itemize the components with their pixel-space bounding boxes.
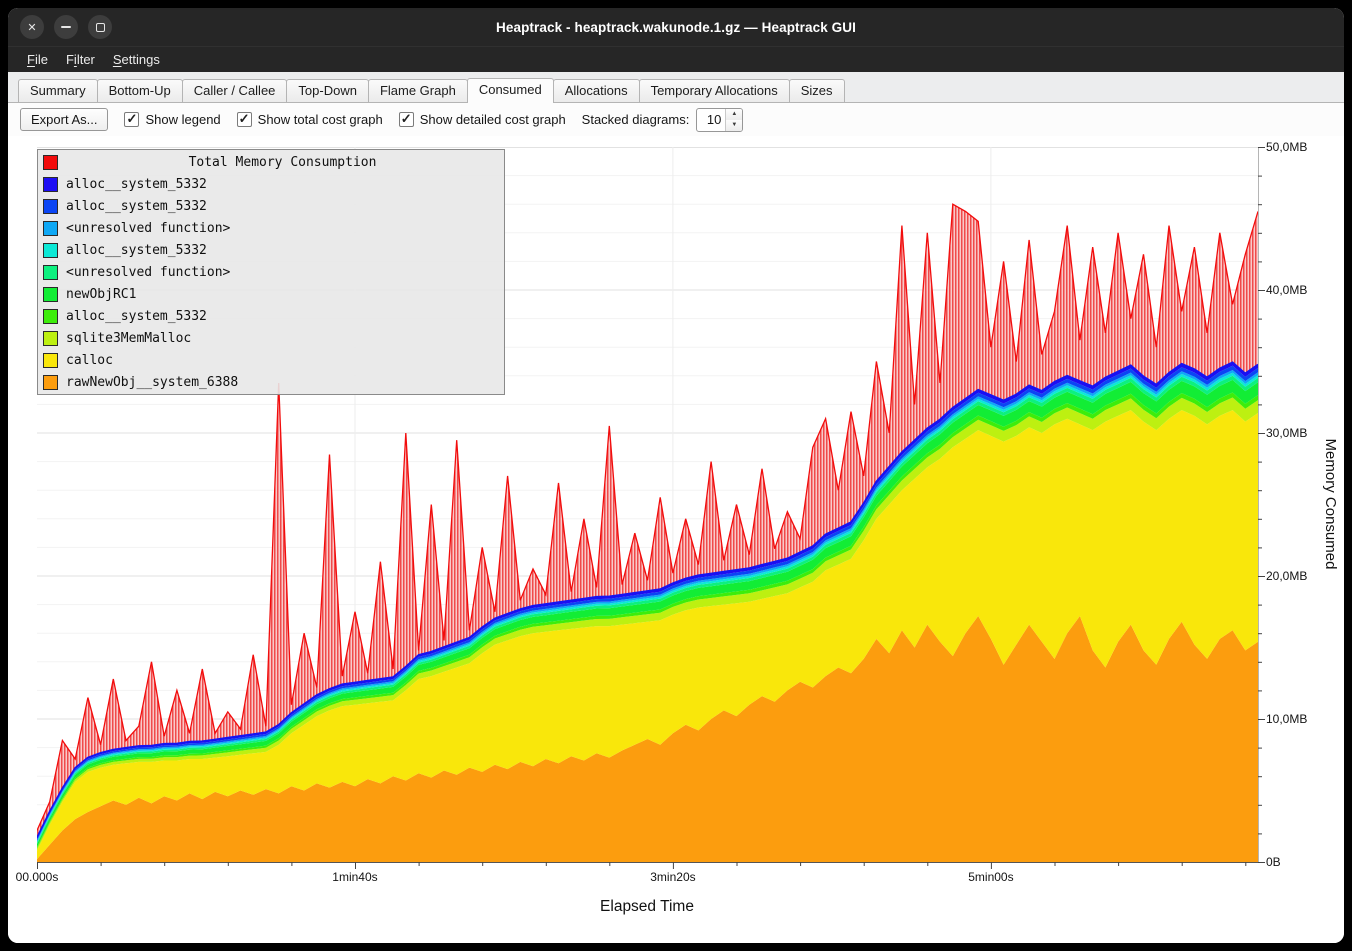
legend-swatch [43,353,58,368]
legend-item: rawNewObj__system_6388 [38,371,504,393]
legend-item: newObjRC1 [38,283,504,305]
toolbar-checkboxes: Show legend Show total cost graph Show det… [124,112,565,127]
checkbox-label: Show legend [145,112,220,127]
legend-swatch [43,155,58,170]
legend-item: <unresolved function> [38,217,504,239]
tab-allocations[interactable]: Allocations [553,79,640,102]
maximize-button[interactable] [88,15,112,39]
y-tick-label: 30,0MB [1266,426,1307,440]
legend-swatch [43,331,58,346]
legend-label: <unresolved function> [66,221,230,236]
checkbox-label: Show total cost graph [258,112,383,127]
legend-swatch [43,375,58,390]
spin-down-icon[interactable] [726,120,742,131]
menubar: FileFilterSettings [8,46,1344,72]
tab-sizes[interactable]: Sizes [789,79,845,102]
legend-swatch [43,199,58,214]
menu-file[interactable]: File [18,49,57,70]
checkbox-show-detailed-cost-graph[interactable]: Show detailed cost graph [399,112,566,127]
maximize-icon [96,23,105,32]
legend-label: rawNewObj__system_6388 [66,375,238,390]
menu-settings[interactable]: Settings [104,49,169,70]
y-axis-title: Memory Consumed [1322,439,1339,570]
legend-label: alloc__system_5332 [66,177,207,192]
legend-label: alloc__system_5332 [66,243,207,258]
toolbar: Export As... Show legend Show total cost … [8,103,1344,136]
menu-filter[interactable]: Filter [57,49,104,70]
heaptrack-window: Heaptrack - heaptrack.wakunode.1.gz — He… [8,8,1344,943]
minimize-button[interactable] [54,15,78,39]
legend-label: <unresolved function> [66,265,230,280]
tab-consumed[interactable]: Consumed [467,78,554,103]
checkbox-icon [237,112,252,127]
legend-item: alloc__system_5332 [38,173,504,195]
x-tick-label: 5min00s [968,870,1013,884]
legend-label: alloc__system_5332 [66,309,207,324]
y-tick-label: 50,0MB [1266,140,1307,154]
tab-summary[interactable]: Summary [18,79,98,102]
legend-swatch [43,309,58,324]
legend-swatch [43,287,58,302]
export-as-button[interactable]: Export As... [20,108,108,131]
checkbox-label: Show detailed cost graph [420,112,566,127]
checkbox-icon [399,112,414,127]
stacked-diagrams-spinbox[interactable]: 10 [696,108,743,132]
y-tick-label: 10,0MB [1266,712,1307,726]
x-tick-label: 00.000s [16,870,59,884]
tab-top-down[interactable]: Top-Down [286,79,369,102]
close-button[interactable] [20,15,44,39]
y-tick-label: 40,0MB [1266,283,1307,297]
tab-bottom-up[interactable]: Bottom-Up [97,79,183,102]
legend-swatch [43,265,58,280]
legend-item: calloc [38,349,504,371]
x-axis-title: Elapsed Time [600,898,694,916]
spin-buttons [725,109,742,131]
legend-swatch [43,243,58,258]
stacked-diagrams-value: 10 [697,109,725,131]
chart-legend: Total Memory Consumption alloc__system_53… [37,149,505,395]
legend-item: alloc__system_5332 [38,239,504,261]
y-tick-label: 20,0MB [1266,569,1307,583]
tab-temporary-allocations[interactable]: Temporary Allocations [639,79,790,102]
tab-caller-callee[interactable]: Caller / Callee [182,79,288,102]
tab-flame-graph[interactable]: Flame Graph [368,79,468,102]
close-icon [27,18,36,36]
legend-label: sqlite3MemMalloc [66,331,191,346]
legend-swatch [43,221,58,236]
legend-label: alloc__system_5332 [66,199,207,214]
minimize-icon [61,26,71,28]
y-tick-label: 0B [1266,855,1281,869]
legend-title: Total Memory Consumption [66,155,499,170]
x-tick-label: 3min20s [650,870,695,884]
titlebar[interactable]: Heaptrack - heaptrack.wakunode.1.gz — He… [8,8,1344,46]
stacked-series [37,362,1258,862]
legend-item: alloc__system_5332 [38,305,504,327]
spin-up-icon[interactable] [726,109,742,120]
legend-label: newObjRC1 [66,287,136,302]
checkbox-icon [124,112,139,127]
window-controls [20,8,112,46]
checkbox-show-legend[interactable]: Show legend [124,112,220,127]
legend-item: sqlite3MemMalloc [38,327,504,349]
memory-consumption-chart: Total Memory Consumption alloc__system_53… [8,136,1344,943]
legend-title-row: Total Memory Consumption [38,151,504,173]
legend-item: alloc__system_5332 [38,195,504,217]
x-tick-label: 1min40s [332,870,377,884]
legend-swatch [43,177,58,192]
legend-item: <unresolved function> [38,261,504,283]
tab-bar: SummaryBottom-UpCaller / CalleeTop-DownF… [8,72,1344,103]
checkbox-show-total-cost-graph[interactable]: Show total cost graph [237,112,383,127]
stacked-diagrams-label: Stacked diagrams: [582,112,690,127]
window-title: Heaptrack - heaptrack.wakunode.1.gz — He… [8,20,1344,35]
legend-label: calloc [66,353,113,368]
stacked-diagrams-control: Stacked diagrams: 10 [582,108,744,132]
